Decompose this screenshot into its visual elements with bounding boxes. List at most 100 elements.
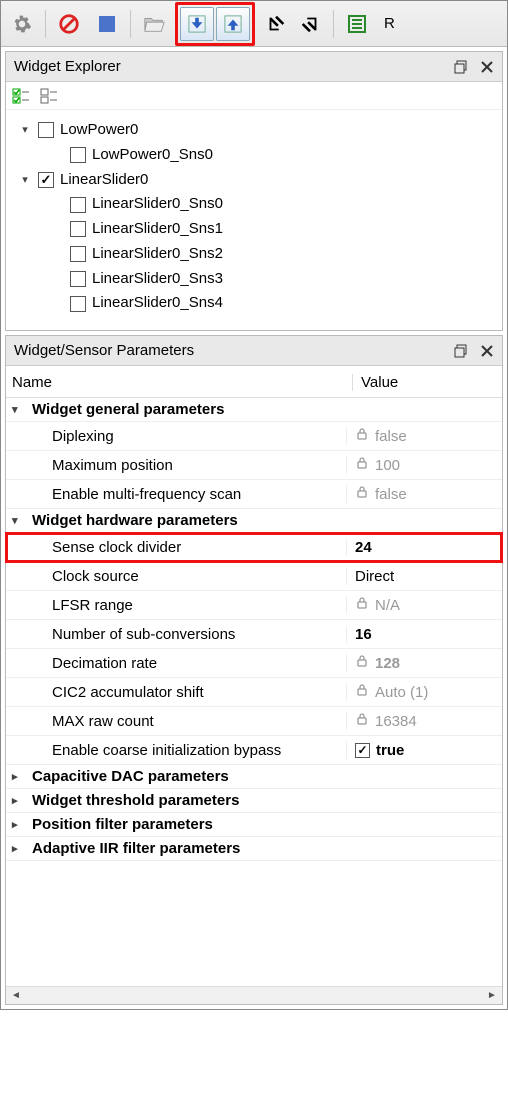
param-name-cell: Enable coarse initialization bypass [6, 742, 346, 759]
stop-icon[interactable] [90, 7, 124, 41]
tree-item-label: LinearSlider0_Sns1 [92, 217, 223, 242]
param-group-header[interactable]: ▸Adaptive IIR filter parameters [6, 837, 502, 861]
param-row[interactable]: Clock sourceDirect [6, 562, 502, 591]
parameters-panel: Widget/Sensor Parameters Name Value ▾Wid… [5, 335, 503, 1005]
param-row[interactable]: Decimation rate128 [6, 649, 502, 678]
lock-icon [355, 485, 369, 503]
widget-explorer-panel: Widget Explorer ▾ LowPower0LowPower0_Sns0… [5, 51, 503, 331]
list-view-icon[interactable] [340, 7, 374, 41]
param-group-label: Widget hardware parameters [32, 512, 238, 529]
tree-item[interactable]: LinearSlider0_Sns1 [12, 217, 496, 242]
param-row[interactable]: Enable multi-frequency scan false [6, 480, 502, 509]
param-group-header[interactable]: ▸Position filter parameters [6, 813, 502, 837]
param-name-cell: Enable multi-frequency scan [6, 486, 346, 503]
main-toolbar: R [1, 1, 507, 47]
param-value-text: 24 [355, 539, 372, 556]
widget-tree[interactable]: ▾LowPower0LowPower0_Sns0▾LinearSlider0Li… [6, 110, 502, 330]
param-group-header[interactable]: ▾Widget general parameters [6, 398, 502, 422]
tree-checkbox[interactable] [70, 246, 86, 262]
param-value-cell: false [346, 485, 502, 503]
tree-item-label: LinearSlider0_Sns0 [92, 192, 223, 217]
param-row[interactable]: Enable coarse initialization bypasstrue [6, 736, 502, 765]
panel-title: Widget Explorer [14, 58, 121, 75]
param-name-cell: CIC2 accumulator shift [6, 684, 346, 701]
uncheck-all-icon[interactable] [38, 85, 60, 107]
tree-checkbox[interactable] [70, 221, 86, 237]
chevron-down-icon[interactable]: ▾ [18, 123, 32, 137]
param-row[interactable]: Maximum position100 [6, 451, 502, 480]
param-name-cell: Decimation rate [6, 655, 346, 672]
param-value-cell: 128 [346, 654, 502, 672]
param-row[interactable]: Sense clock divider24 [6, 533, 502, 562]
lock-icon [355, 683, 369, 701]
tree-item[interactable]: ▾ LinearSlider0 [12, 168, 496, 193]
param-value-cell[interactable]: 16 [346, 626, 502, 643]
chevron-right-icon[interactable]: ▸ [12, 842, 26, 855]
chevron-down-icon[interactable]: ▾ [12, 403, 26, 416]
scroll-right-icon[interactable]: ► [484, 989, 500, 1003]
tree-item[interactable]: LinearSlider0_Sns4 [12, 291, 496, 316]
param-value-cell[interactable]: true [346, 742, 502, 759]
lock-icon [355, 427, 369, 445]
param-row[interactable]: Number of sub-conversions16 [6, 620, 502, 649]
tree-item[interactable]: LinearSlider0_Sns3 [12, 267, 496, 292]
col-header-name: Name [12, 374, 352, 391]
panel-header: Widget/Sensor Parameters [6, 336, 502, 366]
param-row[interactable]: LFSR range N/A [6, 591, 502, 620]
chevron-down-icon[interactable]: ▾ [12, 514, 26, 527]
tree-item[interactable]: LinearSlider0_Sns2 [12, 242, 496, 267]
param-value-cell: Auto (1) [346, 683, 502, 701]
tree-checkbox[interactable] [70, 147, 86, 163]
tree-checkbox[interactable] [70, 271, 86, 287]
tree-item-label: LinearSlider0 [60, 168, 148, 193]
restore-icon[interactable] [450, 340, 472, 362]
prohibit-icon[interactable] [52, 7, 86, 41]
param-value-cell[interactable]: Direct [346, 568, 502, 585]
param-value-cell[interactable]: 24 [346, 539, 502, 556]
param-name-cell: LFSR range [6, 597, 346, 614]
export-icon[interactable] [293, 7, 327, 41]
param-value-text: N/A [375, 597, 400, 614]
chevron-right-icon[interactable]: ▸ [12, 818, 26, 831]
restore-icon[interactable] [450, 56, 472, 78]
tree-checkbox[interactable] [38, 172, 54, 188]
toolbar-separator [333, 10, 334, 38]
toolbar-separator [45, 10, 46, 38]
arrow-up-icon[interactable] [216, 7, 250, 41]
chevron-right-icon[interactable]: ▸ [12, 770, 26, 783]
check-all-icon[interactable] [10, 85, 32, 107]
chevron-right-icon[interactable]: ▸ [12, 794, 26, 807]
horizontal-scrollbar[interactable]: ◄ ► [6, 986, 502, 1004]
tree-item-label: LowPower0 [60, 118, 138, 143]
scroll-left-icon[interactable]: ◄ [8, 989, 24, 1003]
param-group-header[interactable]: ▾ Widget hardware parameters [6, 509, 502, 533]
param-name-cell: Clock source [6, 568, 346, 585]
param-group-header[interactable]: ▸ Capacitive DAC parameters [6, 765, 502, 789]
tree-item[interactable]: LowPower0_Sns0 [12, 143, 496, 168]
param-row[interactable]: MAX raw count16384 [6, 707, 502, 736]
tree-item-label: LinearSlider0_Sns3 [92, 267, 223, 292]
param-value-cell: 16384 [346, 712, 502, 730]
arrow-down-icon[interactable] [180, 7, 214, 41]
param-group-header[interactable]: ▸Widget threshold parameters [6, 789, 502, 813]
param-row[interactable]: Diplexingfalse [6, 422, 502, 451]
param-checkbox[interactable] [355, 743, 370, 758]
param-value-cell: N/A [346, 596, 502, 614]
param-row[interactable]: CIC2 accumulator shiftAuto (1) [6, 678, 502, 707]
close-icon[interactable] [476, 340, 498, 362]
param-name-cell: MAX raw count [6, 713, 346, 730]
param-value-text: 100 [375, 457, 400, 474]
folder-open-icon[interactable] [137, 7, 171, 41]
param-value-text: false [375, 486, 407, 503]
import-icon[interactable] [259, 7, 293, 41]
chevron-down-icon[interactable]: ▾ [18, 173, 32, 187]
tree-checkbox[interactable] [38, 122, 54, 138]
gear-icon[interactable] [5, 7, 39, 41]
param-group-label: Capacitive DAC parameters [32, 768, 229, 785]
tree-item[interactable]: LinearSlider0_Sns0 [12, 192, 496, 217]
tree-checkbox[interactable] [70, 197, 86, 213]
tree-checkbox[interactable] [70, 296, 86, 312]
tree-item[interactable]: ▾ LowPower0 [12, 118, 496, 143]
param-value-text: 16 [355, 626, 372, 643]
close-icon[interactable] [476, 56, 498, 78]
